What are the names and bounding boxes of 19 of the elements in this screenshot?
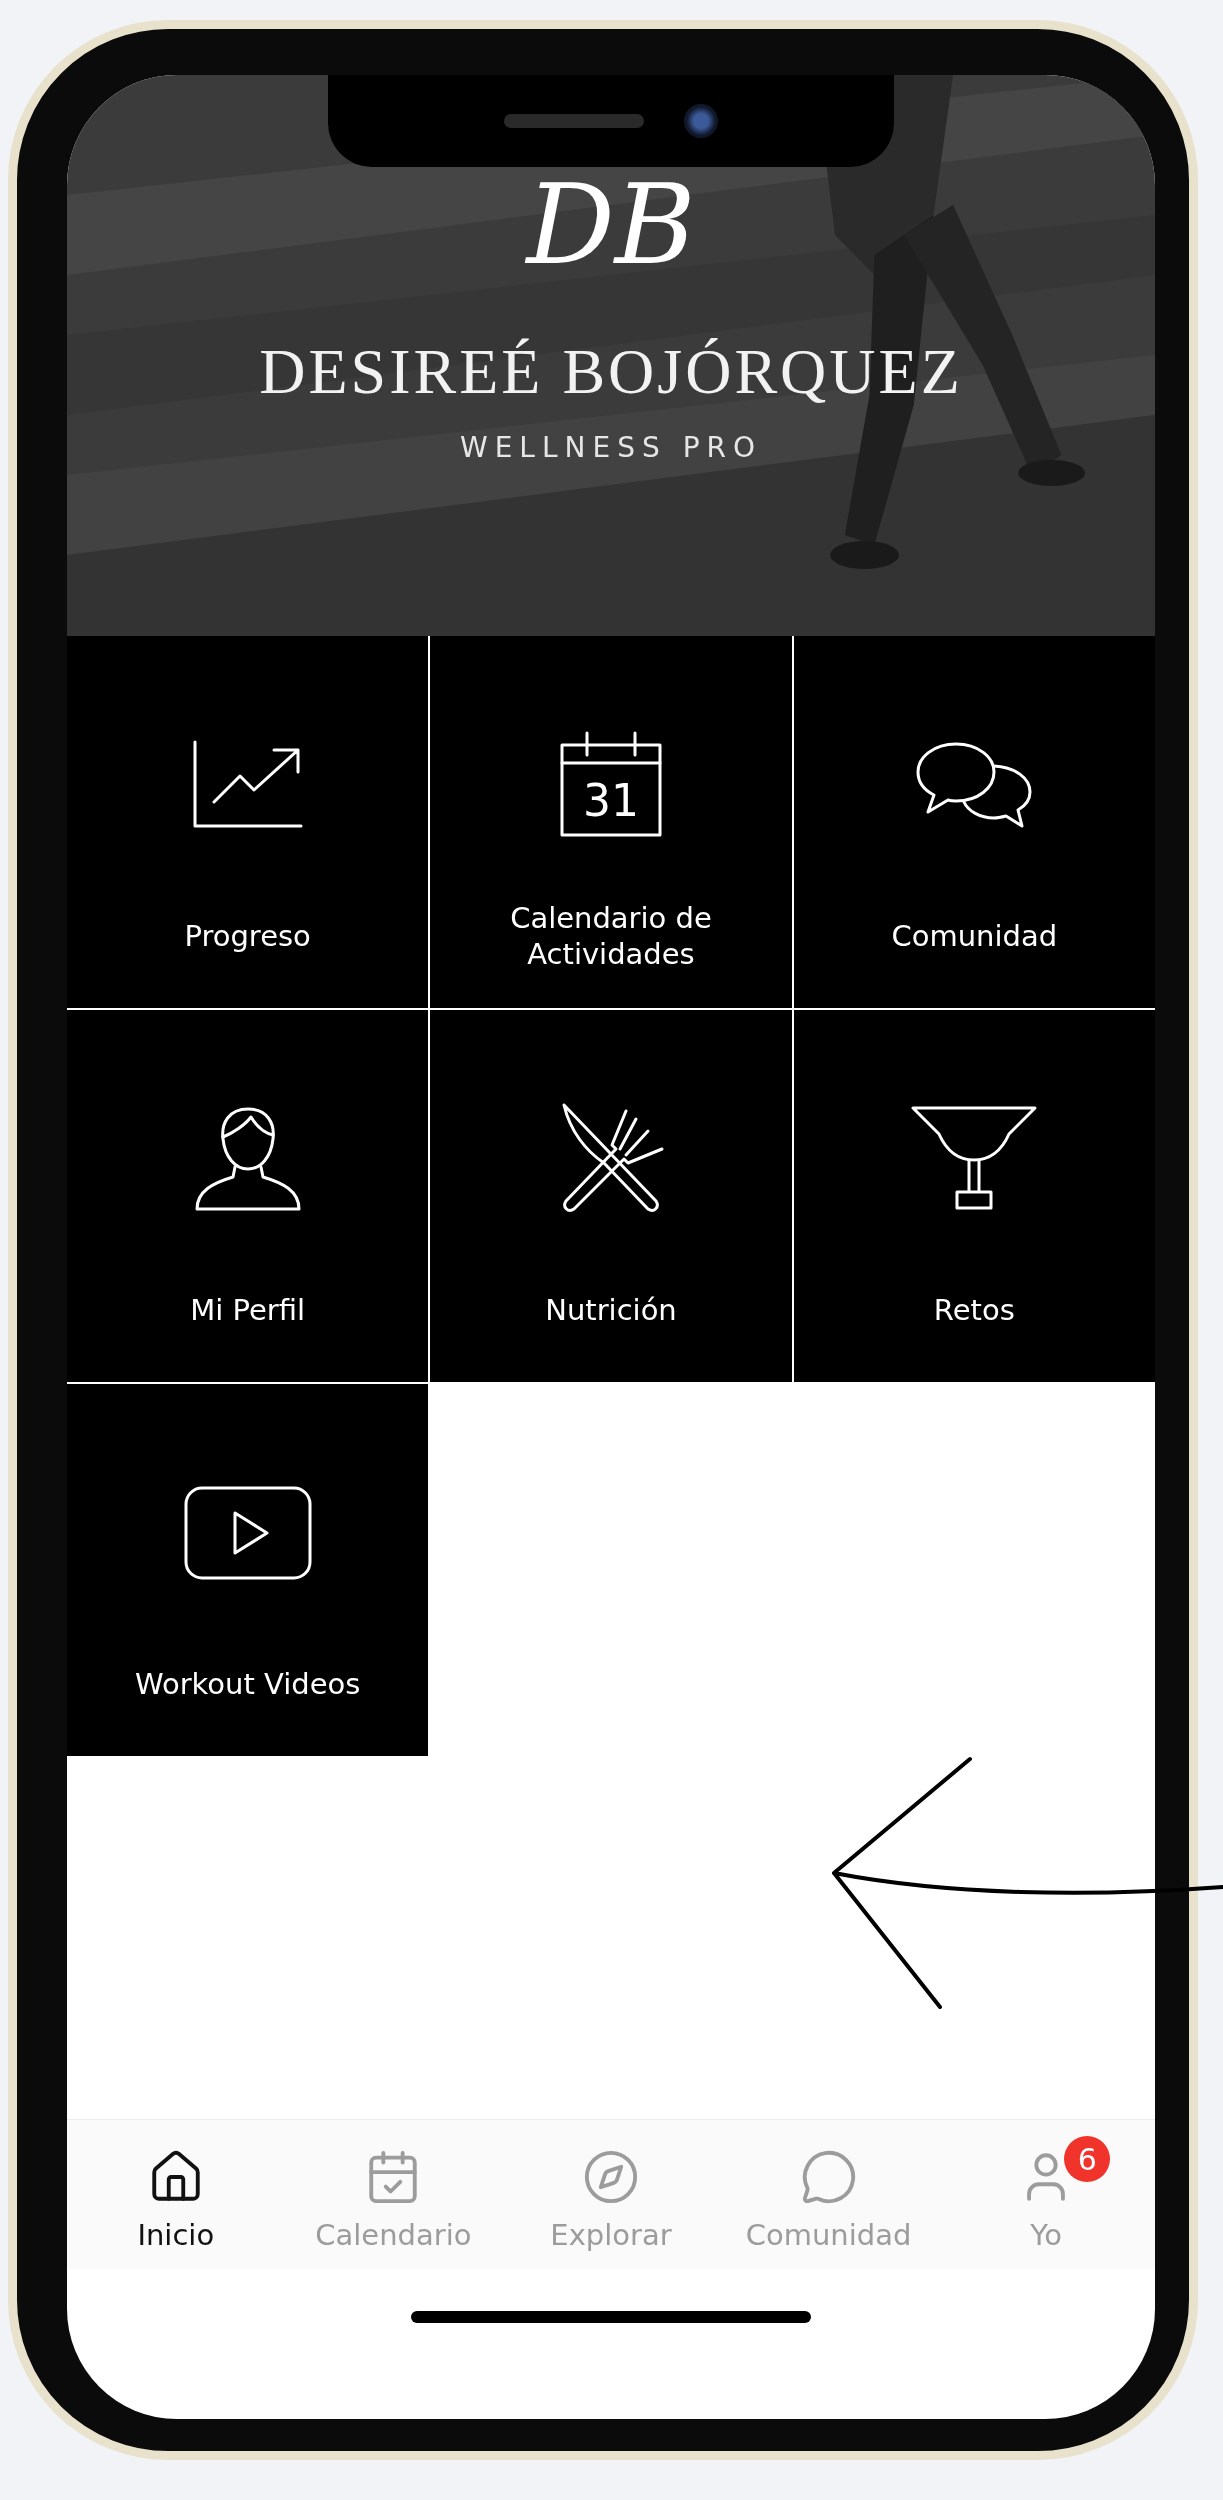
menu-tile[interactable]: Progreso (67, 636, 429, 1008)
menu-tile[interactable]: 31 Calendario de Actividades (430, 636, 792, 1008)
menu-tile[interactable]: Workout Videos (67, 1384, 429, 1756)
tab[interactable]: 6 Yo (946, 2136, 1147, 2252)
tab[interactable]: Inicio (75, 2136, 276, 2252)
compass-icon (582, 2148, 640, 2206)
brand-tagline: WELLNESS PRO (459, 431, 762, 464)
brand-name: DESIREÉ BOJÓRQUEZ (259, 335, 963, 409)
play-icon (182, 1485, 313, 1581)
chart-icon (191, 740, 304, 830)
menu-tile[interactable]: Retos (793, 1010, 1155, 1382)
notification-badge: 6 (1064, 2136, 1111, 2182)
camera-icon (684, 104, 718, 138)
menu-tile[interactable]: Mi Perfil (67, 1010, 429, 1382)
speaker-icon (504, 114, 644, 128)
brand-logo: DB (526, 170, 696, 280)
menu-tile[interactable]: Comunidad (793, 636, 1155, 1008)
menu-tile[interactable]: Nutrición (430, 1010, 792, 1382)
calendar-day: 31 (559, 774, 663, 826)
